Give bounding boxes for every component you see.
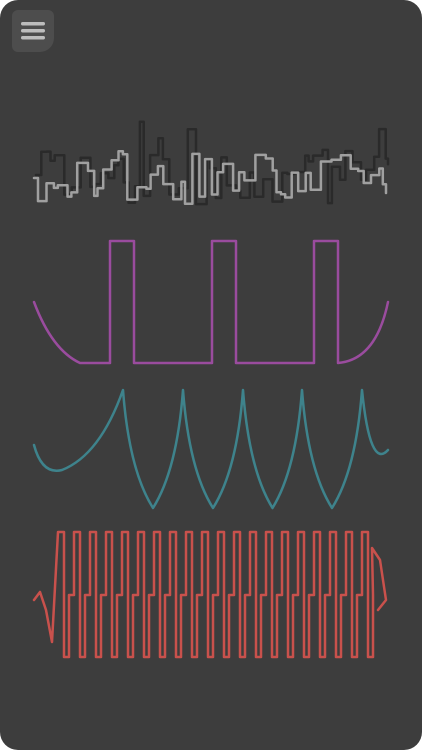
waveform-canvas bbox=[32, 120, 390, 659]
arch-waveform-line bbox=[32, 388, 390, 510]
pulse-waveform-line bbox=[32, 239, 390, 365]
square-waveform[interactable] bbox=[32, 530, 388, 659]
noise-waveform[interactable] bbox=[32, 120, 390, 206]
noise-waveform-line bbox=[32, 149, 388, 205]
pulse-waveform[interactable] bbox=[32, 239, 390, 365]
app-screen bbox=[0, 0, 422, 750]
arch-waveform[interactable] bbox=[32, 388, 390, 510]
square-waveform-line bbox=[32, 530, 388, 659]
